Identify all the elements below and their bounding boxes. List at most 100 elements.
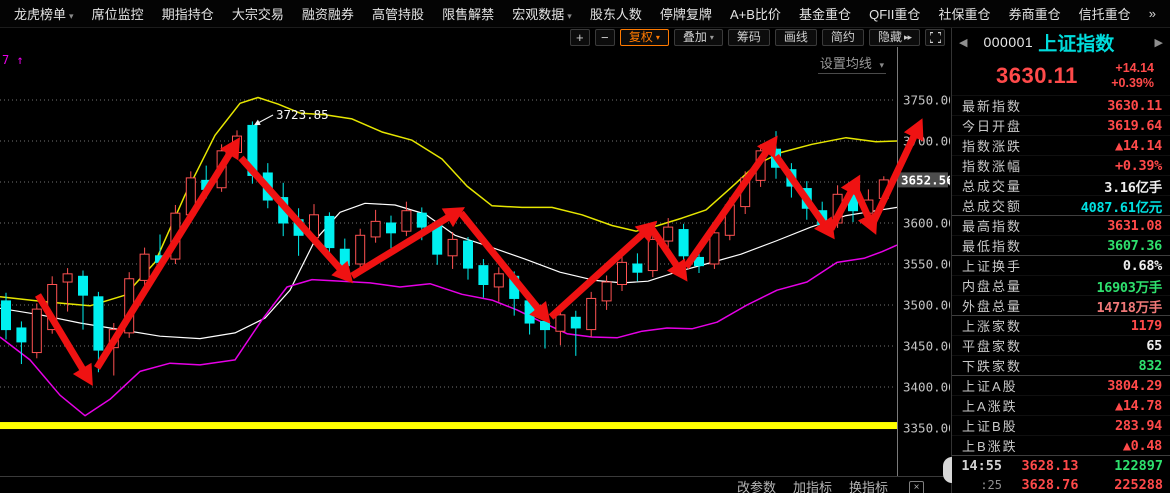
svg-text:3450.00: 3450.00 xyxy=(903,339,950,354)
quote-row-label: 平盘家数 xyxy=(962,336,1022,355)
toolbar-button-复权[interactable]: 复权▾ xyxy=(620,29,669,46)
quote-row-上证A股: 上证A股3804.29 xyxy=(952,375,1170,395)
menu-item-席位监控[interactable]: 席位监控 xyxy=(92,4,144,23)
top-menu-bar: 龙虎榜单▾ 席位监控期指持仓大宗交易融资融券高管持股限售解禁宏观数据▾ 股东人数停牌… xyxy=(0,0,1170,28)
app-root: 龙虎榜单▾ 席位监控期指持仓大宗交易融资融券高管持股限售解禁宏观数据▾ 股东人数停牌… xyxy=(0,0,1170,493)
quote-row-label: 最新指数 xyxy=(962,96,1022,115)
svg-text:3550.00: 3550.00 xyxy=(903,257,950,272)
quote-row-label: 最低指数 xyxy=(962,236,1022,255)
menu-item-基金重仓[interactable]: 基金重仓 xyxy=(799,4,851,23)
zoom-in-button[interactable]: + xyxy=(570,29,590,46)
tick-volume: 122897 xyxy=(1098,458,1170,474)
quote-row-label: 上涨家数 xyxy=(962,316,1022,335)
quote-row-value: ▲0.48 xyxy=(1123,438,1162,454)
toolbar-button-画线[interactable]: 画线 xyxy=(775,29,817,46)
toolbar-button-叠加[interactable]: 叠加▾ xyxy=(674,29,723,46)
quote-row-总成交额: 总成交额4087.61亿元 xyxy=(952,195,1170,215)
tick-price: 3628.76 xyxy=(1002,477,1098,493)
svg-text:3750.00: 3750.00 xyxy=(903,93,950,108)
quote-row-上A涨跌: 上A涨跌▲14.78 xyxy=(952,395,1170,415)
stock-code: 000001 xyxy=(983,34,1033,50)
quote-row-value: 3619.64 xyxy=(1107,118,1162,134)
quote-row-value: +0.39% xyxy=(1115,158,1162,174)
quote-row-指数涨跌: 指数涨跌 ▲14.14 xyxy=(952,135,1170,155)
menu-item-宏观数据[interactable]: 宏观数据▾ xyxy=(512,4,572,23)
menu-item-社保重仓[interactable]: 社保重仓 xyxy=(938,4,990,23)
prev-stock-arrow[interactable]: ◀ xyxy=(959,36,967,49)
indicator-action-换指标[interactable]: 换指标 xyxy=(849,481,888,493)
quote-row-label: 指数涨幅 xyxy=(962,156,1022,175)
price-chart: 3750.003700.003650.003600.003550.003500.… xyxy=(0,47,950,476)
quote-row-label: 总成交量 xyxy=(962,176,1022,195)
ma-settings-dropdown[interactable]: 设置均线 xyxy=(818,53,886,74)
menu-item-券商重仓[interactable]: 券商重仓 xyxy=(1009,4,1061,23)
indicator-legend-fragment: 7 ↑ xyxy=(2,53,24,67)
quote-row-指数涨幅: 指数涨幅 +0.39% xyxy=(952,155,1170,175)
price-chart-canvas[interactable]: 3750.003700.003650.003600.003550.003500.… xyxy=(0,47,950,476)
quote-row-label: 指数涨跌 xyxy=(962,136,1022,155)
quote-row-value: 3607.36 xyxy=(1107,238,1162,254)
quote-row-value: ▲14.14 xyxy=(1115,138,1162,154)
quote-row-value: 4087.61亿元 xyxy=(1081,196,1162,216)
quote-row-label: 上证B股 xyxy=(962,416,1018,435)
menu-item-大宗交易[interactable]: 大宗交易 xyxy=(232,4,284,23)
next-stock-arrow[interactable]: ▶ xyxy=(1155,36,1163,49)
menu-item-QFII重仓[interactable]: QFII重仓 xyxy=(869,4,920,23)
close-icon[interactable]: × xyxy=(909,481,924,493)
menu-item-限售解禁[interactable]: 限售解禁 xyxy=(442,4,494,23)
quote-nav: ◀ 000001 上证指数 ▶ xyxy=(952,28,1170,56)
quote-row-value: 14718万手 xyxy=(1096,296,1162,316)
quote-row-今日开盘: 今日开盘3619.64 xyxy=(952,115,1170,135)
tick-volume: 225288 xyxy=(1098,477,1170,493)
quote-row-value: 16903万手 xyxy=(1096,276,1162,296)
quote-price-row: 3630.11 +14.14 +0.39% xyxy=(952,56,1170,95)
svg-text:3350.00: 3350.00 xyxy=(903,421,950,436)
quote-row-上证B股: 上证B股 283.94 xyxy=(952,415,1170,435)
quote-row-最低指数: 最低指数 3607.36 xyxy=(952,235,1170,255)
change-percent: +0.39% xyxy=(1111,76,1154,90)
toolbar-button-筹码[interactable]: 筹码 xyxy=(728,29,770,46)
quote-row-label: 最高指数 xyxy=(962,216,1022,235)
menu-item-A+B比价[interactable]: A+B比价 xyxy=(730,4,781,23)
chevron-down-icon: ▾ xyxy=(69,11,74,21)
tick-time: :25 xyxy=(952,478,1002,492)
menu-item-信托重仓[interactable]: 信托重仓 xyxy=(1079,4,1131,23)
toolbar-button-隐藏[interactable]: 隐藏▸▸ xyxy=(869,29,920,46)
menu-overflow-icon[interactable]: » xyxy=(1149,6,1156,21)
quote-row-value: 1179 xyxy=(1131,318,1162,334)
toolbar-button-简约[interactable]: 简约 xyxy=(822,29,864,46)
quote-row-value: 3631.08 xyxy=(1107,218,1162,234)
indicator-action-加指标[interactable]: 加指标 xyxy=(793,481,832,493)
menu-item-停牌复牌[interactable]: 停牌复牌 xyxy=(660,4,712,23)
menu-item-高管持股[interactable]: 高管持股 xyxy=(372,4,424,23)
quote-detail-rows: 最新指数3630.11今日开盘3619.64指数涨跌 ▲14.14 指数涨幅 +0.3… xyxy=(952,95,1170,455)
quote-row-label: 外盘总量 xyxy=(962,296,1022,315)
price-change: +14.14 +0.39% xyxy=(1111,61,1154,91)
menu-item-期指持仓[interactable]: 期指持仓 xyxy=(162,4,214,23)
menu-item-龙虎榜单[interactable]: 龙虎榜单▾ xyxy=(14,4,74,23)
indicator-action-改参数[interactable]: 改参数 xyxy=(737,481,776,493)
menu-item-融资融券[interactable]: 融资融券 xyxy=(302,4,354,23)
zoom-out-button[interactable]: − xyxy=(595,29,615,46)
svg-text:3500.00: 3500.00 xyxy=(903,298,950,313)
fullscreen-button[interactable] xyxy=(925,29,945,46)
toolbar-buttons: 复权▾ 叠加▾ 筹码画线简约隐藏▸▸ xyxy=(620,29,920,46)
chevron-down-icon: ▾ xyxy=(567,11,572,21)
quote-row-上B涨跌: 上B涨跌 ▲0.48 xyxy=(952,435,1170,455)
quote-row-上涨家数: 上涨家数 1179 xyxy=(952,315,1170,335)
quote-row-label: 内盘总量 xyxy=(962,276,1022,295)
menu-item-股东人数[interactable]: 股东人数 xyxy=(590,4,642,23)
stock-name[interactable]: 上证指数 xyxy=(1038,29,1114,56)
quote-row-label: 下跌家数 xyxy=(962,356,1022,375)
panel-collapse-handle[interactable] xyxy=(943,457,952,483)
tick-time: 14:55 xyxy=(952,458,1002,474)
chart-area: + − 复权▾叠加▾筹码画线简约隐藏▸▸ 3750.003700.003650.… xyxy=(0,28,950,493)
quote-row-下跌家数: 下跌家数832 xyxy=(952,355,1170,375)
quote-row-外盘总量: 外盘总量 14718万手 xyxy=(952,295,1170,315)
quote-row-最新指数: 最新指数3630.11 xyxy=(952,95,1170,115)
indicator-bottom-bar: 改参数 加指标 换指标 × xyxy=(0,476,950,493)
quote-row-label: 上B涨跌 xyxy=(962,436,1018,455)
svg-text:3600.00: 3600.00 xyxy=(903,216,950,231)
quote-row-value: 283.94 xyxy=(1115,418,1162,434)
quote-row-最高指数: 最高指数 3631.08 xyxy=(952,215,1170,235)
